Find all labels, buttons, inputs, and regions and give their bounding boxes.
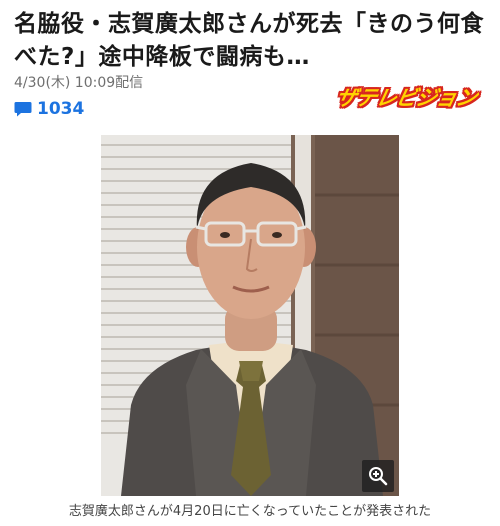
article-photo[interactable]	[101, 135, 399, 496]
publisher-logo[interactable]: ザテレビジョン	[333, 74, 478, 122]
portrait-illustration	[101, 135, 399, 496]
zoom-button[interactable]	[362, 460, 394, 492]
article-headline: 名脇役・志賀廣太郎さんが死去「きのう何食べた?」途中降板で闘病も…	[14, 11, 484, 70]
photo-caption: 志賀廣太郎さんが4月20日に亡くなっていたことが発表された	[68, 504, 432, 519]
comment-bubble-icon	[14, 102, 32, 117]
comments-link[interactable]: 1034	[14, 98, 84, 120]
publish-date: 4/30(木) 10:09配信	[14, 75, 144, 91]
zoom-in-icon	[369, 467, 388, 486]
comment-count: 1034	[37, 99, 85, 119]
publisher-logo-text: ザテレビジョン	[333, 86, 479, 110]
